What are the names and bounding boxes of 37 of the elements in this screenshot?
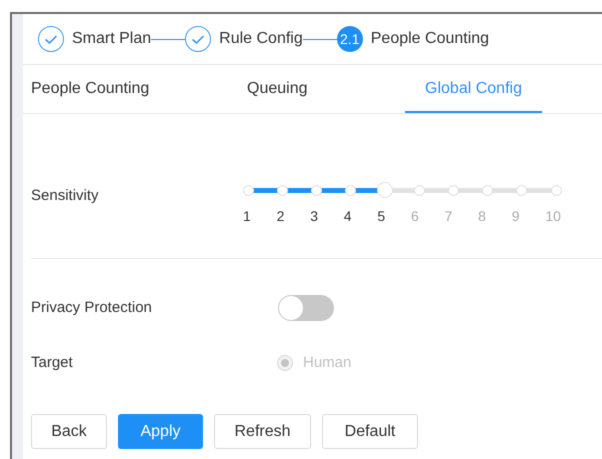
tab[interactable]: People Counting <box>31 65 247 113</box>
action-button[interactable]: Refresh <box>214 414 311 449</box>
step-connector <box>151 38 186 40</box>
slider-stop <box>482 184 494 196</box>
slider-stop <box>550 184 562 196</box>
tick-label: 10 <box>545 207 561 226</box>
privacy-toggle[interactable] <box>278 295 334 321</box>
step-label: Rule Config <box>219 29 303 49</box>
slider-stop <box>516 184 528 196</box>
action-button[interactable]: Back <box>31 414 107 449</box>
tick-label: 9 <box>512 207 520 226</box>
tick-label: 6 <box>410 207 419 226</box>
slider-stop <box>310 184 322 196</box>
step-label: Smart Plan <box>72 29 152 49</box>
tab[interactable]: Queuing <box>247 65 405 113</box>
tick-label: 2 <box>276 207 284 226</box>
slider-stop <box>345 184 356 196</box>
privacy-protection-label: Privacy Protection <box>31 298 153 318</box>
tick-label: 3 <box>310 207 318 226</box>
slider[interactable] <box>243 182 561 198</box>
human-option-label: Human <box>303 352 352 373</box>
tick-label: 8 <box>478 207 486 226</box>
tick-label: 5 <box>377 207 386 226</box>
tick-label: 4 <box>344 207 352 226</box>
slider-stop <box>242 184 254 196</box>
step-label: People Counting <box>370 29 490 49</box>
step-connector <box>302 38 337 40</box>
target-label: Target <box>31 352 74 373</box>
slider-stop <box>276 184 288 196</box>
tick-label: 7 <box>444 207 452 226</box>
tick-label: 1 <box>243 207 251 226</box>
sensitivity-label: Sensitivity <box>31 186 100 206</box>
action-button[interactable]: Default <box>322 414 418 449</box>
slider-stop <box>414 184 425 196</box>
step-number: 2.1 <box>336 26 363 52</box>
slider-stop <box>448 184 459 196</box>
slider-thumb <box>376 182 393 198</box>
